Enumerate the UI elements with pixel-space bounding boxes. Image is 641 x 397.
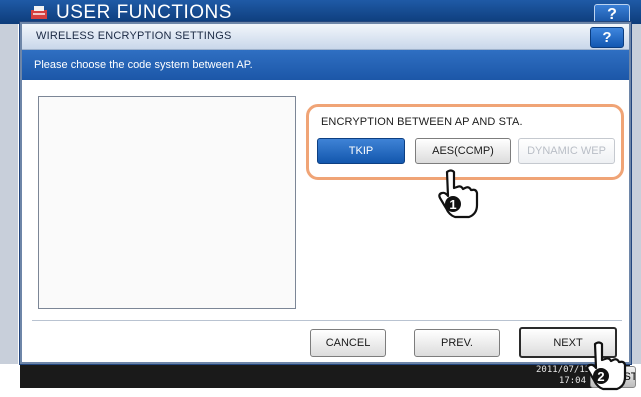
app-left-edge: [0, 24, 18, 364]
dialog-help-button[interactable]: ?: [590, 27, 624, 48]
aes-ccmp-button[interactable]: AES(CCMP): [415, 138, 511, 164]
clock-time: 17:04: [558, 376, 586, 386]
clock: 2011/07/13 17:04: [536, 362, 591, 388]
footer-divider: [32, 320, 622, 321]
dialog-title: WIRELESS ENCRYPTION SETTINGS: [36, 30, 232, 42]
encryption-group-label: ENCRYPTION BETWEEN AP AND STA.: [321, 116, 523, 128]
dynamic-wep-button: DYNAMIC WEP: [518, 138, 615, 164]
step-2-number: 2: [597, 369, 604, 384]
info-panel: [38, 96, 296, 309]
wireless-encryption-dialog: WIRELESS ENCRYPTION SETTINGS ? Please ch…: [20, 22, 631, 364]
message-bar: Please choose the code system between AP…: [22, 50, 629, 80]
tap-hand-icon-step-2: 2: [581, 338, 631, 392]
clock-date: 2011/07/13: [536, 365, 591, 375]
step-1-number: 1: [449, 197, 456, 212]
tap-hand-icon-step-1: 1: [433, 166, 483, 220]
dialog-title-bar: WIRELESS ENCRYPTION SETTINGS ?: [22, 24, 629, 50]
app-right-edge: [630, 24, 641, 364]
instruction-message: Please choose the code system between AP…: [34, 59, 253, 71]
tkip-button[interactable]: TKIP: [317, 138, 405, 164]
prev-button[interactable]: PREV.: [414, 329, 500, 357]
user-functions-icon: [28, 4, 50, 21]
cancel-button[interactable]: CANCEL: [310, 329, 386, 357]
app-title: USER FUNCTIONS: [56, 2, 232, 23]
